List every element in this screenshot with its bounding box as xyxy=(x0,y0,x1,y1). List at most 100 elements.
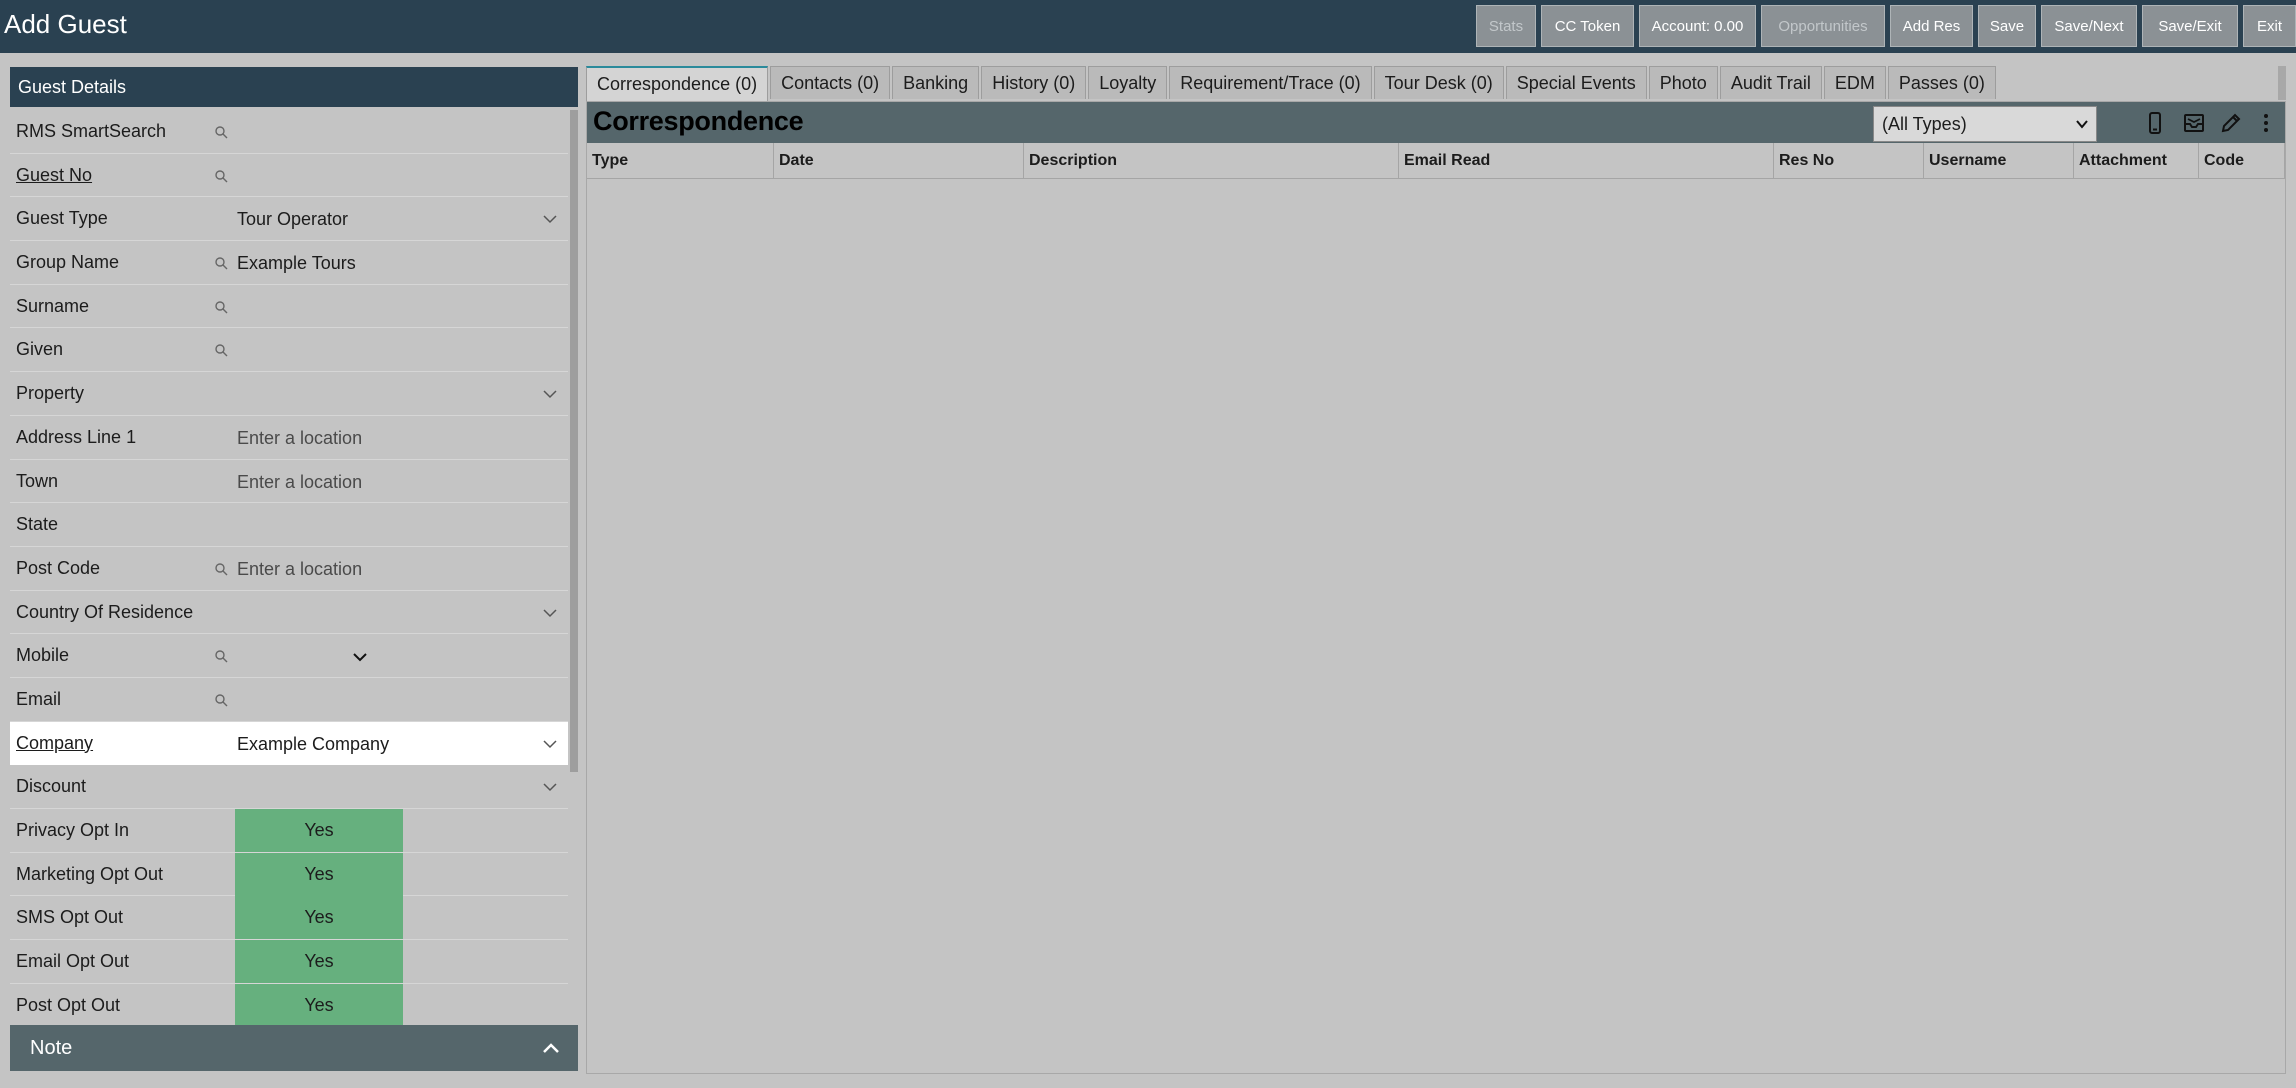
chevron-down-icon[interactable] xyxy=(542,737,558,751)
page-title: Add Guest xyxy=(4,9,127,39)
top-bar: Add Guest Stats CC Token Account: 0.00 O… xyxy=(0,0,2296,53)
column-code[interactable]: Code xyxy=(2199,143,2285,178)
correspondence-header: Correspondence (All Types) xyxy=(587,102,2285,143)
account-button[interactable]: Account: 0.00 xyxy=(1639,5,1756,47)
cc-token-button[interactable]: CC Token xyxy=(1541,5,1634,47)
save-exit-button[interactable]: Save/Exit xyxy=(2142,5,2238,47)
mobile-phone-icon[interactable] xyxy=(2143,111,2167,135)
post-opt-out-label: Post Opt Out xyxy=(16,994,121,1015)
tab-banking[interactable]: Banking xyxy=(892,66,980,99)
company-link[interactable]: Company xyxy=(16,722,93,765)
chevron-down-icon[interactable] xyxy=(352,650,368,664)
address-line-1-row: Address Line 1 Enter a location xyxy=(10,415,568,461)
company-row: Company Example Company xyxy=(10,721,568,767)
type-filter-select[interactable]: (All Types) xyxy=(1873,106,2097,142)
exit-button[interactable]: Exit xyxy=(2243,5,2296,47)
town-label: Town xyxy=(16,470,59,491)
search-icon[interactable] xyxy=(214,693,228,707)
sms-opt-out-toggle[interactable]: Yes xyxy=(235,896,403,940)
guest-details-header: Guest Details xyxy=(10,67,578,107)
column-email-read[interactable]: Email Read xyxy=(1399,143,1774,178)
search-icon[interactable] xyxy=(214,125,228,139)
search-icon[interactable] xyxy=(214,649,228,663)
tab-passes[interactable]: Passes (0) xyxy=(1887,66,1996,99)
type-filter-value: (All Types) xyxy=(1882,114,1967,134)
state-row: State xyxy=(10,503,568,547)
country-row: Country Of Residence xyxy=(10,590,568,635)
chevron-down-icon[interactable] xyxy=(542,780,558,794)
save-button[interactable]: Save xyxy=(1978,5,2036,47)
tab-loyalty[interactable]: Loyalty xyxy=(1088,66,1168,99)
marketing-opt-out-toggle[interactable]: Yes xyxy=(235,852,403,896)
correspondence-title: Correspondence xyxy=(593,106,804,136)
tab-history[interactable]: History (0) xyxy=(981,66,1087,99)
group-name-label: Group Name xyxy=(16,252,120,273)
town-input[interactable]: Enter a location xyxy=(237,460,362,505)
column-username[interactable]: Username xyxy=(1924,143,2074,178)
given-row: Given xyxy=(10,328,568,373)
opportunities-button[interactable]: Opportunities xyxy=(1761,5,1885,47)
stats-button[interactable]: Stats xyxy=(1476,5,1536,47)
tab-requirement-trace[interactable]: Requirement/Trace (0) xyxy=(1169,66,1372,99)
chevron-down-icon[interactable] xyxy=(542,387,558,401)
note-bar[interactable]: Note xyxy=(10,1025,578,1071)
post-code-row: Post Code Enter a location xyxy=(10,546,568,592)
address-line-1-input[interactable]: Enter a location xyxy=(237,416,362,461)
company-select[interactable]: Example Company xyxy=(237,722,389,767)
mobile-row: Mobile xyxy=(10,634,568,678)
post-opt-out-toggle[interactable]: Yes xyxy=(235,983,403,1027)
tab-contacts[interactable]: Contacts (0) xyxy=(770,66,891,99)
state-label: State xyxy=(16,514,59,535)
guest-type-select[interactable]: Tour Operator xyxy=(237,197,348,242)
tab-special-events[interactable]: Special Events xyxy=(1505,66,1647,99)
discount-row: Discount xyxy=(10,765,568,809)
guest-type-label: Guest Type xyxy=(16,208,108,229)
guest-no-row: Guest No xyxy=(10,153,568,198)
guest-no-link[interactable]: Guest No xyxy=(16,154,92,197)
discount-label: Discount xyxy=(16,776,87,797)
right-scrollbar[interactable] xyxy=(2278,66,2286,100)
tab-correspondence[interactable]: Correspondence (0) xyxy=(586,66,769,101)
group-name-row: Group Name Example Tours xyxy=(10,241,568,285)
group-name-input[interactable]: Example Tours xyxy=(237,241,356,286)
add-res-button[interactable]: Add Res xyxy=(1890,5,1973,47)
column-date[interactable]: Date xyxy=(774,143,1024,178)
post-code-input[interactable]: Enter a location xyxy=(237,547,362,592)
pencil-icon[interactable] xyxy=(2219,111,2243,135)
column-type[interactable]: Type xyxy=(587,143,774,178)
tab-audit-trail[interactable]: Audit Trail xyxy=(1719,66,1822,99)
column-attachment[interactable]: Attachment xyxy=(2074,143,2199,178)
tab-photo[interactable]: Photo xyxy=(1648,66,1718,99)
email-opt-out-row: Email Opt Out Yes xyxy=(10,940,568,984)
chevron-down-icon xyxy=(2076,120,2088,129)
privacy-opt-in-toggle[interactable]: Yes xyxy=(235,809,403,852)
sms-opt-out-row: SMS Opt Out Yes xyxy=(10,896,568,941)
email-opt-out-toggle[interactable]: Yes xyxy=(235,940,403,984)
toolbar-actions: Stats CC Token Account: 0.00 Opportuniti… xyxy=(1476,5,2296,47)
more-vertical-icon[interactable] xyxy=(2254,111,2278,135)
marketing-opt-out-label: Marketing Opt Out xyxy=(16,863,164,884)
column-description[interactable]: Description xyxy=(1024,143,1399,178)
search-icon[interactable] xyxy=(214,343,228,357)
search-icon[interactable] xyxy=(214,562,228,576)
correspondence-table-header: Type Date Description Email Read Res No … xyxy=(587,143,2285,179)
tab-tour-desk[interactable]: Tour Desk (0) xyxy=(1373,66,1504,99)
save-next-button[interactable]: Save/Next xyxy=(2041,5,2137,47)
correspondence-panel: Correspondence (0) Contacts (0) Banking … xyxy=(586,66,2286,1074)
note-label: Note xyxy=(30,1037,73,1059)
mail-tray-icon[interactable] xyxy=(2182,111,2206,135)
chevron-down-icon[interactable] xyxy=(542,212,558,226)
column-res-no[interactable]: Res No xyxy=(1774,143,1924,178)
search-icon[interactable] xyxy=(214,256,228,270)
tab-bar: Correspondence (0) Contacts (0) Banking … xyxy=(586,66,1996,101)
tab-edm[interactable]: EDM xyxy=(1823,66,1886,99)
privacy-opt-in-row: Privacy Opt In Yes xyxy=(10,809,568,853)
property-label: Property xyxy=(16,383,85,404)
privacy-opt-in-label: Privacy Opt In xyxy=(16,820,130,840)
search-icon[interactable] xyxy=(214,169,228,183)
chevron-down-icon[interactable] xyxy=(542,606,558,620)
surname-row: Surname xyxy=(10,284,568,329)
left-scrollbar[interactable] xyxy=(570,110,578,772)
search-icon[interactable] xyxy=(214,300,228,314)
chevron-up-icon[interactable] xyxy=(542,1041,560,1055)
